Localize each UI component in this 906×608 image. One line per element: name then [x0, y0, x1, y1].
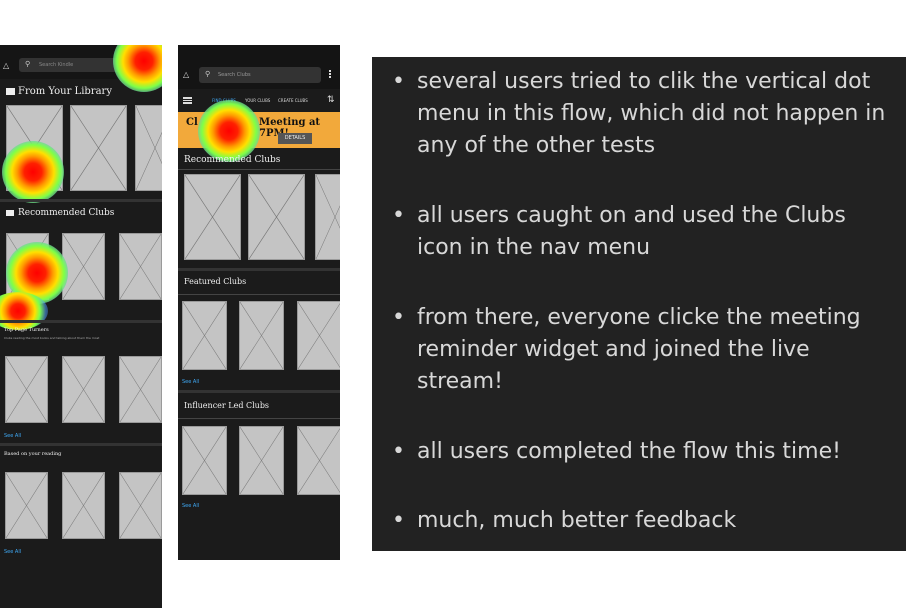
- bullet-icon: •: [392, 508, 405, 533]
- note-text: much, much better feedback: [417, 508, 737, 533]
- phone-screen-clubs: △ ⚲ Search Clubs FIND CLUBS YOUR CLUBS C…: [178, 45, 340, 560]
- search-icon: ⚲: [205, 70, 211, 78]
- note-text: all users completed the flow this time!: [417, 439, 841, 464]
- see-all-link[interactable]: See All: [182, 379, 199, 385]
- search-placeholder: Search Clubs: [218, 72, 251, 78]
- bullet-icon: •: [392, 439, 405, 464]
- divider: [178, 169, 340, 170]
- recommended-title: Recommended Clubs: [18, 208, 115, 218]
- divider: [0, 443, 162, 446]
- search-input[interactable]: ⚲ Search Kindle: [19, 58, 129, 72]
- club-cover[interactable]: [248, 174, 305, 260]
- bullet-icon: •: [392, 203, 405, 228]
- divider: [178, 294, 340, 295]
- club-cover[interactable]: [62, 233, 105, 300]
- book-cover[interactable]: [135, 105, 162, 191]
- banner-text-start: Cl: [186, 117, 198, 128]
- see-all-link[interactable]: See All: [182, 503, 199, 509]
- bell-icon[interactable]: △: [3, 62, 11, 70]
- based-title: Based on your reading: [4, 451, 62, 457]
- club-cover[interactable]: [119, 356, 162, 423]
- club-cover[interactable]: [62, 356, 105, 423]
- book-cover[interactable]: [5, 472, 48, 539]
- see-all-link[interactable]: See All: [4, 549, 21, 555]
- tab-create-clubs[interactable]: CREATE CLUBS: [278, 98, 308, 103]
- divider: [178, 418, 340, 419]
- more-vert-icon[interactable]: [328, 69, 332, 81]
- note-text: all users caught on and used the Clubs i…: [417, 203, 846, 260]
- club-cover[interactable]: [184, 174, 241, 260]
- club-cover[interactable]: [119, 233, 162, 300]
- search-icon: ⚲: [25, 60, 31, 68]
- library-title: From Your Library: [18, 86, 112, 97]
- sort-icon[interactable]: ⇅: [327, 95, 335, 105]
- featured-title: Featured Clubs: [184, 277, 247, 286]
- divider: [0, 320, 162, 323]
- meeting-reminder-widget[interactable]: Cl Meeting at 7PM! DETAILS: [178, 112, 340, 148]
- book-cover[interactable]: [119, 472, 162, 539]
- divider: [0, 199, 162, 202]
- notes-panel: • several users tried to clik the vertic…: [372, 57, 906, 551]
- recommended-title: Recommended Clubs: [184, 155, 281, 165]
- club-cover[interactable]: [297, 301, 340, 370]
- top-turners-title: Top Page Turners: [4, 327, 49, 333]
- clubs-icon: [6, 210, 14, 216]
- bullet-icon: •: [392, 305, 405, 330]
- influencer-title: Influencer Led Clubs: [184, 401, 270, 410]
- book-cover[interactable]: [6, 105, 63, 191]
- book-cover[interactable]: [62, 472, 105, 539]
- top-turners-subtitle: Clubs reading the most books and talking…: [4, 336, 100, 340]
- search-input[interactable]: ⚲ Search Clubs: [199, 67, 321, 83]
- club-cover[interactable]: [182, 426, 227, 495]
- divider: [178, 268, 340, 271]
- bullet-icon: •: [392, 69, 405, 94]
- club-cover[interactable]: [239, 301, 284, 370]
- note-item: • several users tried to clik the vertic…: [392, 66, 892, 162]
- tab-find-clubs[interactable]: FIND CLUBS: [212, 98, 236, 103]
- search-placeholder: Search Kindle: [39, 62, 74, 68]
- phone-screen-library: △ ⚲ Search Kindle From Your Library Reco…: [0, 45, 162, 608]
- see-all-link[interactable]: See All: [4, 433, 21, 439]
- note-item: • all users completed the flow this time…: [392, 436, 892, 468]
- note-item: • from there, everyone clicke the meetin…: [392, 302, 892, 398]
- club-cover[interactable]: [315, 174, 340, 260]
- divider: [178, 390, 340, 393]
- club-cover[interactable]: [6, 233, 49, 300]
- note-text: several users tried to clik the vertical…: [417, 69, 886, 158]
- club-cover[interactable]: [5, 356, 48, 423]
- menu-icon[interactable]: [183, 97, 192, 104]
- tab-your-clubs[interactable]: YOUR CLUBS: [245, 98, 270, 103]
- book-cover[interactable]: [70, 105, 127, 191]
- note-text: from there, everyone clicke the meeting …: [417, 305, 861, 394]
- club-cover[interactable]: [297, 426, 340, 495]
- club-cover[interactable]: [182, 301, 227, 370]
- book-icon: [6, 88, 15, 95]
- note-item: • all users caught on and used the Clubs…: [392, 200, 892, 264]
- club-cover[interactable]: [239, 426, 284, 495]
- bell-icon[interactable]: △: [183, 71, 189, 79]
- details-button[interactable]: DETAILS: [278, 133, 312, 144]
- note-item: • much, much better feedback: [392, 505, 892, 537]
